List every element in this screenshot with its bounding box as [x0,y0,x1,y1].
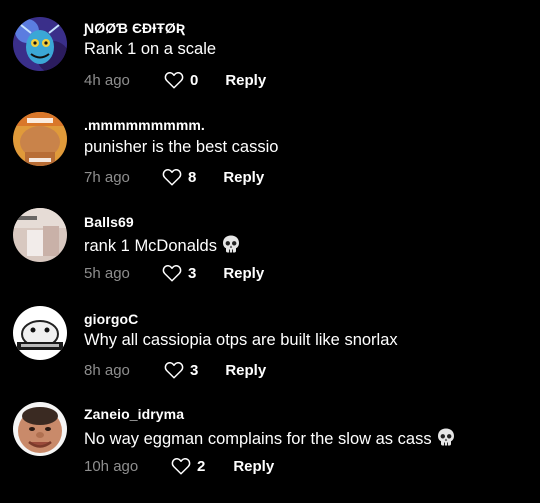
comment-username[interactable]: ƝØØƁ ЄĐƗŦØƦ [84,20,185,36]
comment-text: rank 1 McDonalds [84,234,241,256]
comment-text: Rank 1 on a scale [84,40,217,58]
comment-meta: 7h ago 8 Reply [84,166,264,188]
comment-time: 8h ago [84,361,130,379]
avatar[interactable] [13,208,67,262]
avatar[interactable] [13,306,67,360]
heart-icon [164,72,184,89]
comment-text-content: rank 1 McDonalds [84,237,217,255]
comment-meta: 5h ago 3 Reply [84,262,264,284]
comment-item: ƝØØƁ ЄĐƗŦØƦ Rank 1 on a scale 4h ago 0 R… [0,0,540,96]
like-button[interactable]: 2 [171,457,205,475]
reply-button[interactable]: Reply [225,362,266,379]
reply-button[interactable]: Reply [223,169,264,186]
comment-meta: 8h ago 3 Reply [84,359,266,381]
comment-time: 4h ago [84,71,130,89]
heart-icon [171,458,191,475]
reply-button[interactable]: Reply [223,265,264,282]
like-button[interactable]: 8 [162,168,196,186]
skull-emoji-icon [437,428,454,446]
comment-username[interactable]: Balls69 [84,214,134,230]
comment-item: giorgoC Why all cassiopia otps are built… [0,291,540,387]
comment-text: punisher is the best cassio [84,138,279,156]
heart-icon [162,169,182,186]
like-button[interactable]: 0 [164,71,198,89]
comment-item: Balls69 rank 1 McDonalds 5h ago 3 Reply [0,194,540,290]
comment-text: No way eggman complains for the slow as … [84,427,456,449]
avatar[interactable] [13,402,67,456]
avatar[interactable] [13,17,67,71]
comment-text: Why all cassiopia otps are built like sn… [84,331,398,349]
comment-time: 7h ago [84,168,130,186]
heart-icon [162,265,182,282]
like-count: 2 [197,457,206,475]
avatar[interactable] [13,112,67,166]
like-count: 8 [188,168,197,186]
comment-time: 10h ago [84,457,139,475]
heart-icon [164,362,184,379]
like-count: 3 [190,361,199,379]
comment-item: .mmmmmmmmm. punisher is the best cassio … [0,97,540,193]
comment-text-content: No way eggman complains for the slow as … [84,430,432,448]
comment-item: Zaneio_idryma No way eggman complains fo… [0,388,540,484]
reply-button[interactable]: Reply [233,458,274,475]
like-count: 0 [190,71,199,89]
comment-meta: 10h ago 2 Reply [84,455,274,477]
like-button[interactable]: 3 [164,361,198,379]
comment-username[interactable]: Zaneio_idryma [84,406,184,422]
comment-username[interactable]: giorgoC [84,311,138,327]
comment-meta: 4h ago 0 Reply [84,69,266,91]
comment-time: 5h ago [84,264,130,282]
reply-button[interactable]: Reply [225,72,266,89]
like-count: 3 [188,264,197,282]
comment-username[interactable]: .mmmmmmmmm. [84,117,205,133]
like-button[interactable]: 3 [162,264,196,282]
skull-emoji-icon [222,235,239,253]
